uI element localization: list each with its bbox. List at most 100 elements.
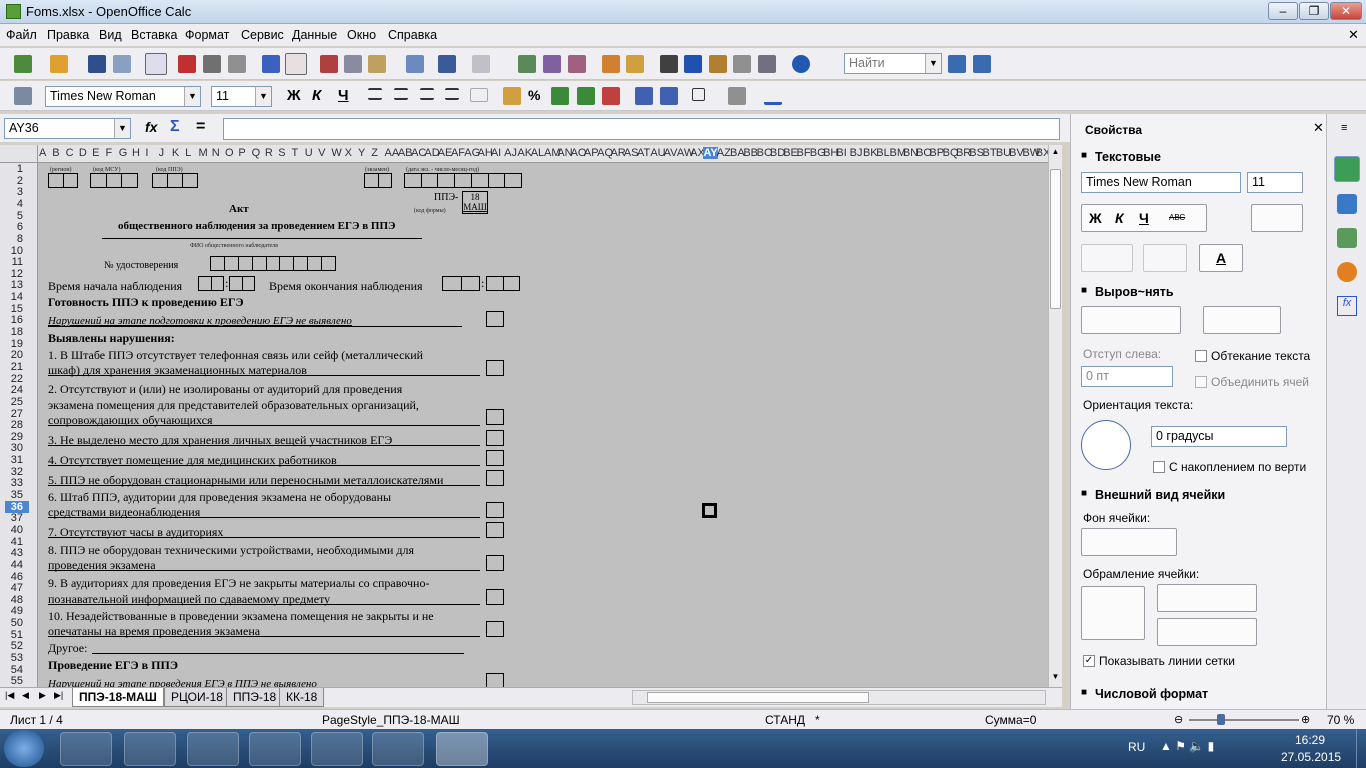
column-header-cell[interactable]: AZ <box>717 147 731 159</box>
row-header-cell[interactable]: 5 <box>17 210 23 222</box>
percent-button[interactable]: % <box>528 87 540 103</box>
word-taskbar-icon[interactable] <box>372 732 424 766</box>
column-header-cell[interactable]: BL <box>876 147 889 159</box>
item-1-checkbox[interactable] <box>486 360 504 376</box>
skype-taskbar-icon[interactable] <box>124 732 176 766</box>
sidebar-strikethrough-button[interactable]: АВС <box>1169 213 1185 222</box>
column-header-cell[interactable]: BT <box>983 147 997 159</box>
font-color-icon[interactable] <box>764 87 782 105</box>
row-header-cell[interactable]: 43 <box>11 547 23 559</box>
font-name-box[interactable]: Times New Roman <box>45 86 201 107</box>
properties-deck-icon[interactable] <box>1334 156 1360 182</box>
gallery-icon[interactable] <box>709 55 727 73</box>
scroll-up-button[interactable]: ▲ <box>1050 147 1061 159</box>
sidebar-font-color-button[interactable]: A <box>1199 244 1243 272</box>
row-header-cell[interactable]: 54 <box>11 664 23 676</box>
maximize-button[interactable]: ❐ <box>1299 2 1329 20</box>
function-wizard-icon[interactable]: fx <box>145 119 157 135</box>
row-header-cell[interactable]: 12 <box>11 268 23 280</box>
row-header-cell[interactable]: 37 <box>11 512 23 524</box>
function-icon[interactable]: = <box>196 118 205 136</box>
name-box-dropdown[interactable]: ▼ <box>114 119 130 138</box>
item-8-checkbox[interactable] <box>486 555 504 571</box>
end-minutes-cells[interactable] <box>486 276 520 291</box>
menu-tools[interactable]: Сервис <box>241 28 284 42</box>
ppe-code-cells[interactable] <box>152 173 198 188</box>
italic-button[interactable]: К <box>312 87 321 104</box>
row-header-cell[interactable]: 22 <box>11 373 23 385</box>
font-name-dropdown[interactable]: ▼ <box>184 87 200 106</box>
row-header-cell[interactable]: 18 <box>11 326 23 338</box>
align-center-icon[interactable] <box>394 88 408 100</box>
end-hours-cells[interactable] <box>442 276 480 291</box>
justify-icon[interactable] <box>445 88 459 100</box>
conduct-checkbox[interactable] <box>486 673 504 687</box>
row-header-cell[interactable]: 28 <box>11 419 23 431</box>
column-header-cell[interactable]: J <box>159 147 165 159</box>
select-all-corner[interactable] <box>0 145 38 162</box>
row-header-cell[interactable]: 21 <box>11 361 23 373</box>
menu-help[interactable]: Справка <box>388 28 437 42</box>
status-zoom[interactable]: 70 % <box>1327 713 1354 727</box>
border-style-button[interactable] <box>1157 584 1257 612</box>
menu-window[interactable]: Окно <box>347 28 376 42</box>
column-header-cell[interactable]: AV <box>664 147 678 159</box>
row-header-cell[interactable]: 13 <box>11 279 23 291</box>
align-left-icon[interactable] <box>368 88 382 100</box>
start-minutes-cells[interactable] <box>229 276 255 291</box>
row-header-cell[interactable]: 41 <box>11 536 23 548</box>
column-header-cell[interactable]: BI <box>836 147 846 159</box>
menu-edit[interactable]: Правка <box>47 28 89 42</box>
column-header-cell[interactable]: Z <box>371 147 378 159</box>
find-next-icon[interactable] <box>948 55 966 73</box>
cell-bg-button[interactable] <box>1081 528 1177 556</box>
zoom-slider[interactable] <box>1189 719 1299 721</box>
appearance-section-collapse-icon[interactable]: ■ <box>1081 488 1087 499</box>
item-2-checkbox[interactable] <box>486 409 504 425</box>
row-header-cell[interactable]: 10 <box>11 245 23 257</box>
text-section-header[interactable]: Текстовые <box>1071 147 1327 169</box>
appearance-section-header[interactable]: Внешний вид ячейки <box>1071 485 1327 507</box>
prep-checkbox[interactable] <box>486 311 504 327</box>
column-header-cell[interactable]: L <box>185 147 191 159</box>
exam-cells[interactable] <box>364 173 392 188</box>
item-6-checkbox[interactable] <box>486 502 504 518</box>
row-header-cell[interactable]: 3 <box>17 186 23 198</box>
deck-menu-icon[interactable]: ≡ <box>1341 122 1347 134</box>
borders-icon[interactable] <box>692 88 705 101</box>
styles-icon[interactable] <box>14 87 32 105</box>
spellcheck-icon[interactable] <box>262 55 280 73</box>
row-header-cell[interactable]: 19 <box>11 338 23 350</box>
minimize-button[interactable]: – <box>1268 2 1298 20</box>
orientation-dial[interactable] <box>1081 420 1131 470</box>
merge-cells-icon[interactable] <box>470 88 488 102</box>
column-header-cell[interactable]: D <box>79 147 87 159</box>
add-decimal-icon[interactable] <box>577 87 595 105</box>
sort-desc-icon[interactable] <box>568 55 586 73</box>
start-hours-cells[interactable] <box>198 276 224 291</box>
column-header-cell[interactable]: W <box>331 147 341 159</box>
border-color-button[interactable] <box>1157 618 1257 646</box>
sidebar-font-box[interactable]: Times New Roman <box>1081 172 1241 193</box>
print-icon[interactable] <box>203 55 221 73</box>
row-header-cell[interactable]: 20 <box>11 349 23 361</box>
column-header-cell[interactable]: BJ <box>850 147 863 159</box>
row-header-cell[interactable]: 32 <box>11 466 23 478</box>
column-header-cell[interactable]: R <box>265 147 273 159</box>
row-header-cell[interactable]: 31 <box>11 454 23 466</box>
column-header-cell[interactable]: K <box>172 147 179 159</box>
column-header-cell[interactable]: AL <box>531 147 544 159</box>
menu-view[interactable]: Вид <box>99 28 122 42</box>
gallery-deck-icon[interactable] <box>1337 228 1357 248</box>
column-header-cell[interactable]: AI <box>491 147 501 159</box>
column-header-cell[interactable]: P <box>238 147 245 159</box>
sidebar-italic-button[interactable]: К <box>1115 210 1124 226</box>
item-10-checkbox[interactable] <box>486 621 504 637</box>
datasource-icon[interactable] <box>733 55 751 73</box>
menu-format[interactable]: Формат <box>185 28 229 42</box>
row-header-cell[interactable]: 40 <box>11 524 23 536</box>
column-header-cell[interactable]: X <box>345 147 352 159</box>
help-icon[interactable] <box>792 55 810 73</box>
chart-icon[interactable] <box>602 55 620 73</box>
name-box[interactable]: AY36 <box>4 118 131 139</box>
